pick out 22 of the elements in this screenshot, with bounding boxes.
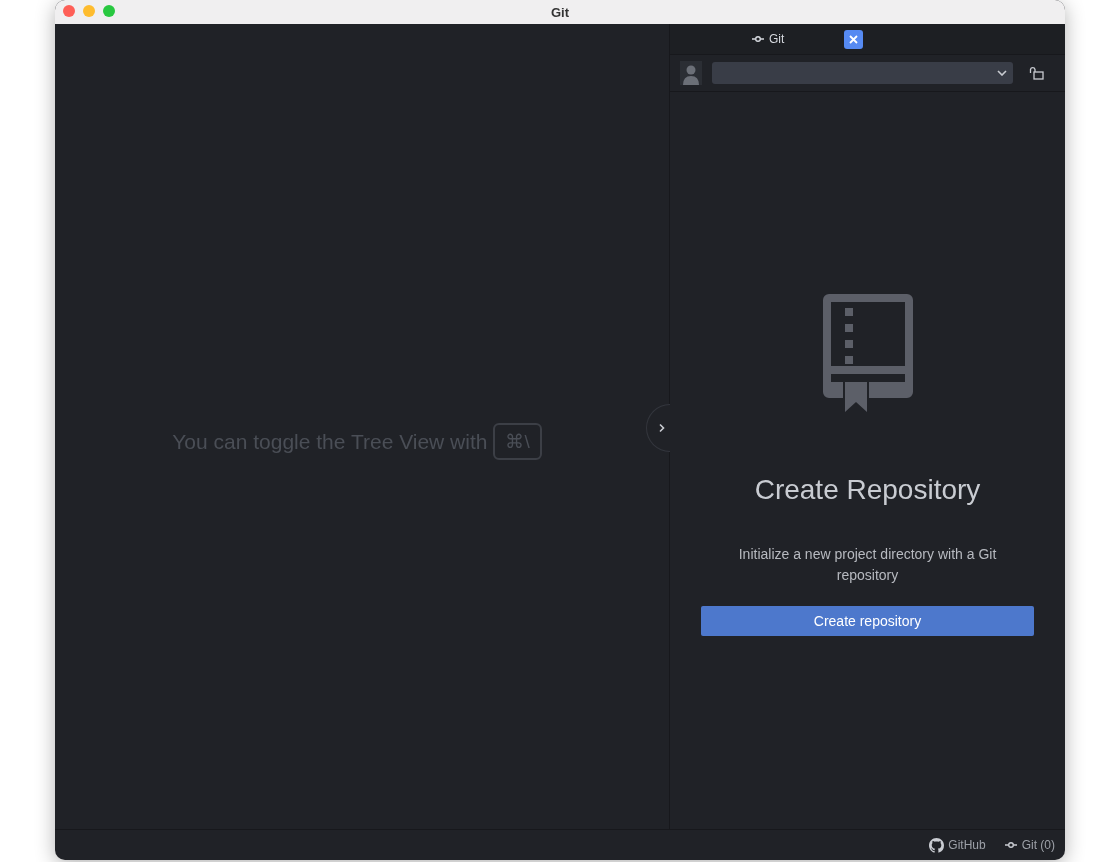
empty-state-title: Create Repository (754, 474, 981, 506)
empty-state-description: Initialize a new project directory with a Git repository (737, 545, 998, 585)
window-title: Git (550, 4, 570, 20)
commit-icon (752, 35, 764, 43)
octocat-icon (929, 837, 945, 853)
account-select[interactable] (712, 62, 1013, 84)
zoom-window-button[interactable] (103, 5, 115, 17)
close-window-button[interactable] (63, 5, 75, 17)
expand-panel-button[interactable] (646, 404, 670, 452)
git-tab[interactable]: Git (752, 32, 785, 46)
github-status-item[interactable]: GitHub (929, 837, 986, 853)
git-status-item[interactable]: Git (0) (1003, 838, 1055, 852)
avatar-icon (680, 61, 702, 85)
keyboard-shortcut: ⌘\ (493, 423, 542, 460)
create-repository-button[interactable]: Create repository (701, 606, 1034, 636)
close-tab-button[interactable] (844, 29, 864, 49)
minimize-window-button[interactable] (83, 5, 95, 17)
chevron-down-icon (997, 70, 1007, 76)
commit-icon (1003, 841, 1018, 849)
repository-icon (822, 294, 913, 412)
unlock-icon[interactable] (1029, 66, 1045, 80)
close-icon (849, 34, 859, 44)
